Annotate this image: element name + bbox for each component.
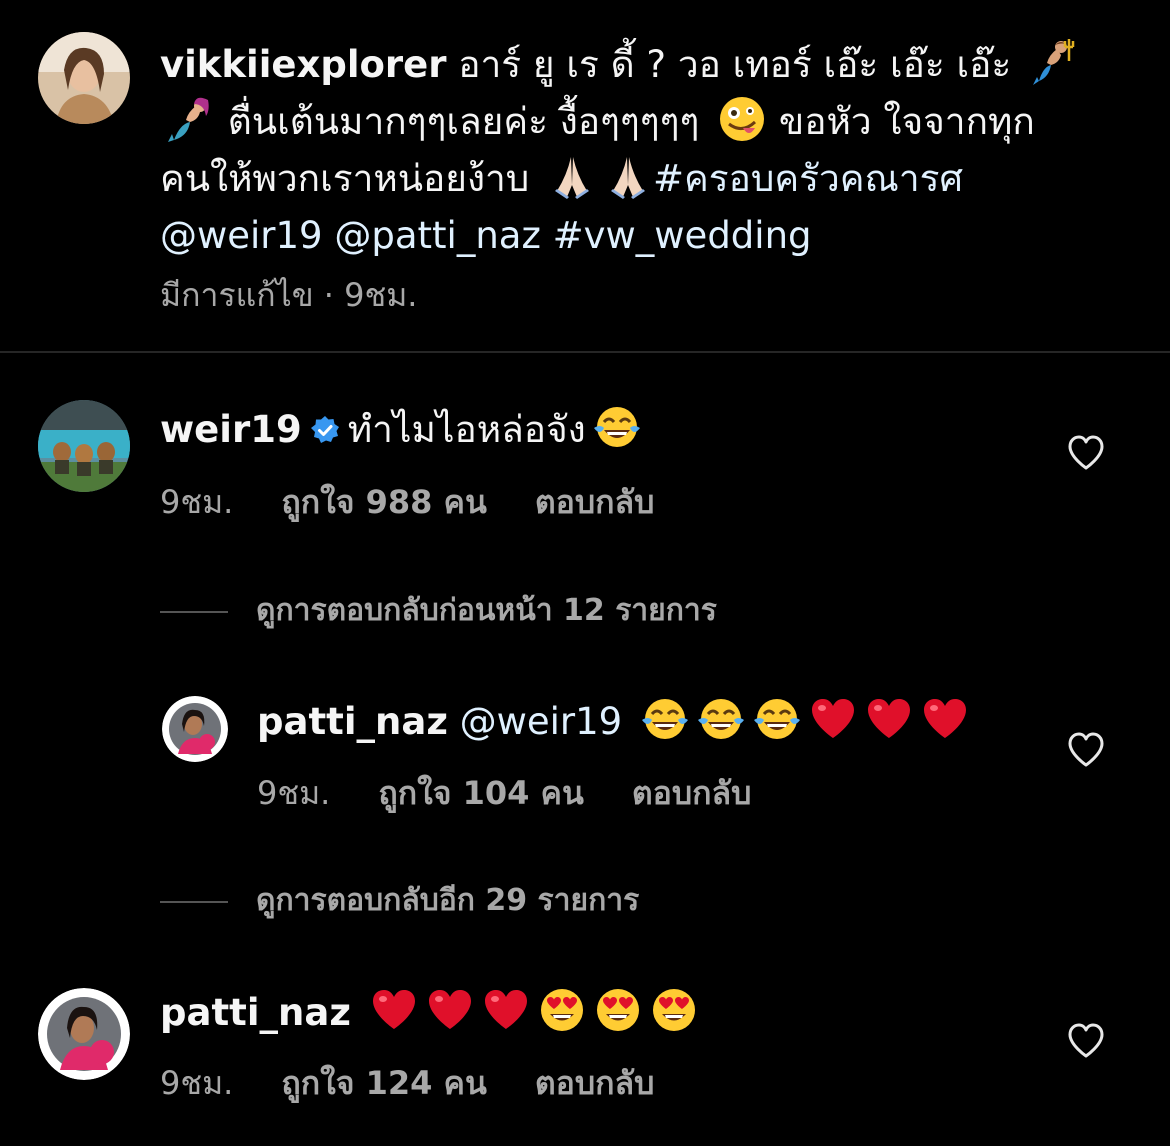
caption-avatar[interactable] [38, 32, 130, 124]
reply-meta: 9ชม. ถูกใจ 104 คน ตอบกลับ [257, 768, 799, 819]
caption-text-3: คนให้พวกเราหน่อยง้าบ [160, 157, 542, 200]
reply-username[interactable]: patti_naz [257, 700, 448, 743]
face-with-tears-of-joy-emoji-icon [696, 694, 746, 744]
avatar-image-woman [38, 32, 130, 124]
comments-screen: vikkiiexplorer อาร์ ยู เร ดี้ ? วอ เทอร์… [0, 0, 1170, 1146]
comment-time: 9ชม. [257, 774, 331, 812]
mention-link[interactable]: @weir19 [460, 700, 623, 743]
avatar-image-dogs [38, 400, 130, 492]
caption-meta: มีการแก้ไข · 9ชม. [160, 270, 465, 321]
edited-time-label: มีการแก้ไข · 9ชม. [160, 276, 418, 314]
comment-meta: 9ชม. ถูกใจ 988 คน ตอบกลับ [160, 477, 702, 528]
like-heart-icon[interactable] [1066, 1021, 1106, 1061]
folded-hands-emoji-icon [547, 151, 597, 201]
mention-link[interactable]: @weir19 [160, 214, 323, 257]
comment-time: 9ชม. [160, 1064, 234, 1102]
comment-body: patti_naz [160, 985, 699, 1037]
red-heart-emoji-icon [369, 985, 419, 1035]
like-heart-icon[interactable] [1066, 433, 1106, 473]
view-more-replies-button[interactable]: ดูการตอบกลับอีก 29 รายการ [160, 877, 639, 924]
reply-button[interactable]: ตอบกลับ [535, 483, 655, 521]
mention-link[interactable]: @patti_naz [334, 214, 541, 257]
reply-body: patti_naz @weir19 [257, 694, 970, 746]
face-with-tears-of-joy-emoji-icon [592, 402, 642, 452]
face-with-tears-of-joy-emoji-icon [640, 694, 690, 744]
hashtag-link[interactable]: #ครอบครัวคณารศ [653, 157, 963, 200]
red-heart-emoji-icon [481, 985, 531, 1035]
divider [0, 351, 1170, 353]
merman-emoji-icon [1029, 37, 1079, 87]
comment-avatar[interactable] [38, 400, 130, 492]
hashtag-link[interactable]: #vw_wedding [553, 214, 812, 257]
folded-hands-emoji-icon [603, 151, 653, 201]
heart-eyes-emoji-icon [649, 985, 699, 1035]
avatar-image-vaccinated [38, 988, 130, 1080]
caption-username[interactable]: vikkiiexplorer [160, 43, 447, 86]
heart-eyes-emoji-icon [593, 985, 643, 1035]
caption-text-1: อาร์ ยู เร ดี้ ? วอ เทอร์ เอ๊ะ เอ๊ะ เอ๊ะ [446, 43, 1023, 86]
comment-body: weir19 ทำไมไอหล่อจัง [160, 402, 642, 454]
view-previous-replies-label: ดูการตอบกลับก่อนหน้า 12 รายการ [256, 593, 717, 628]
face-with-tears-of-joy-emoji-icon [752, 694, 802, 744]
comment-username[interactable]: weir19 [160, 408, 302, 451]
divider-dash [160, 610, 228, 613]
caption-text-2: ตื่นเต้นมากๆๆเลยค่ะ งื้อๆๆๆๆๆ [216, 100, 712, 143]
divider-dash [160, 900, 228, 903]
caption-text-2b: ขอหัว ใจจากทุก [767, 100, 1035, 143]
heart-eyes-emoji-icon [537, 985, 587, 1035]
like-heart-icon[interactable] [1066, 730, 1106, 770]
likes-count[interactable]: ถูกใจ 104 คน [378, 774, 583, 812]
red-heart-emoji-icon [425, 985, 475, 1035]
mermaid-emoji-icon [166, 94, 216, 144]
red-heart-emoji-icon [808, 694, 858, 744]
comment-avatar[interactable] [38, 988, 130, 1080]
comment-text: ทำไมไอหล่อจัง [347, 408, 586, 451]
reply-button[interactable]: ตอบกลับ [535, 1064, 655, 1102]
red-heart-emoji-icon [864, 694, 914, 744]
view-previous-replies-button[interactable]: ดูการตอบกลับก่อนหน้า 12 รายการ [160, 587, 717, 634]
view-more-replies-label: ดูการตอบกลับอีก 29 รายการ [256, 883, 640, 918]
red-heart-emoji-icon [920, 694, 970, 744]
comment-meta: 9ชม. ถูกใจ 124 คน ตอบกลับ [160, 1058, 702, 1109]
comment-time: 9ชม. [160, 483, 234, 521]
reply-button[interactable]: ตอบกลับ [632, 774, 752, 812]
likes-count[interactable]: ถูกใจ 124 คน [281, 1064, 486, 1102]
post-caption: vikkiiexplorer อาร์ ยู เร ดี้ ? วอ เทอร์… [160, 36, 1140, 264]
comment-username[interactable]: patti_naz [160, 991, 351, 1034]
zany-face-emoji-icon [717, 94, 767, 144]
avatar-image-vaccinated [162, 696, 228, 762]
likes-count[interactable]: ถูกใจ 988 คน [281, 483, 486, 521]
verified-badge-icon [310, 416, 339, 443]
reply-avatar[interactable] [162, 696, 228, 762]
